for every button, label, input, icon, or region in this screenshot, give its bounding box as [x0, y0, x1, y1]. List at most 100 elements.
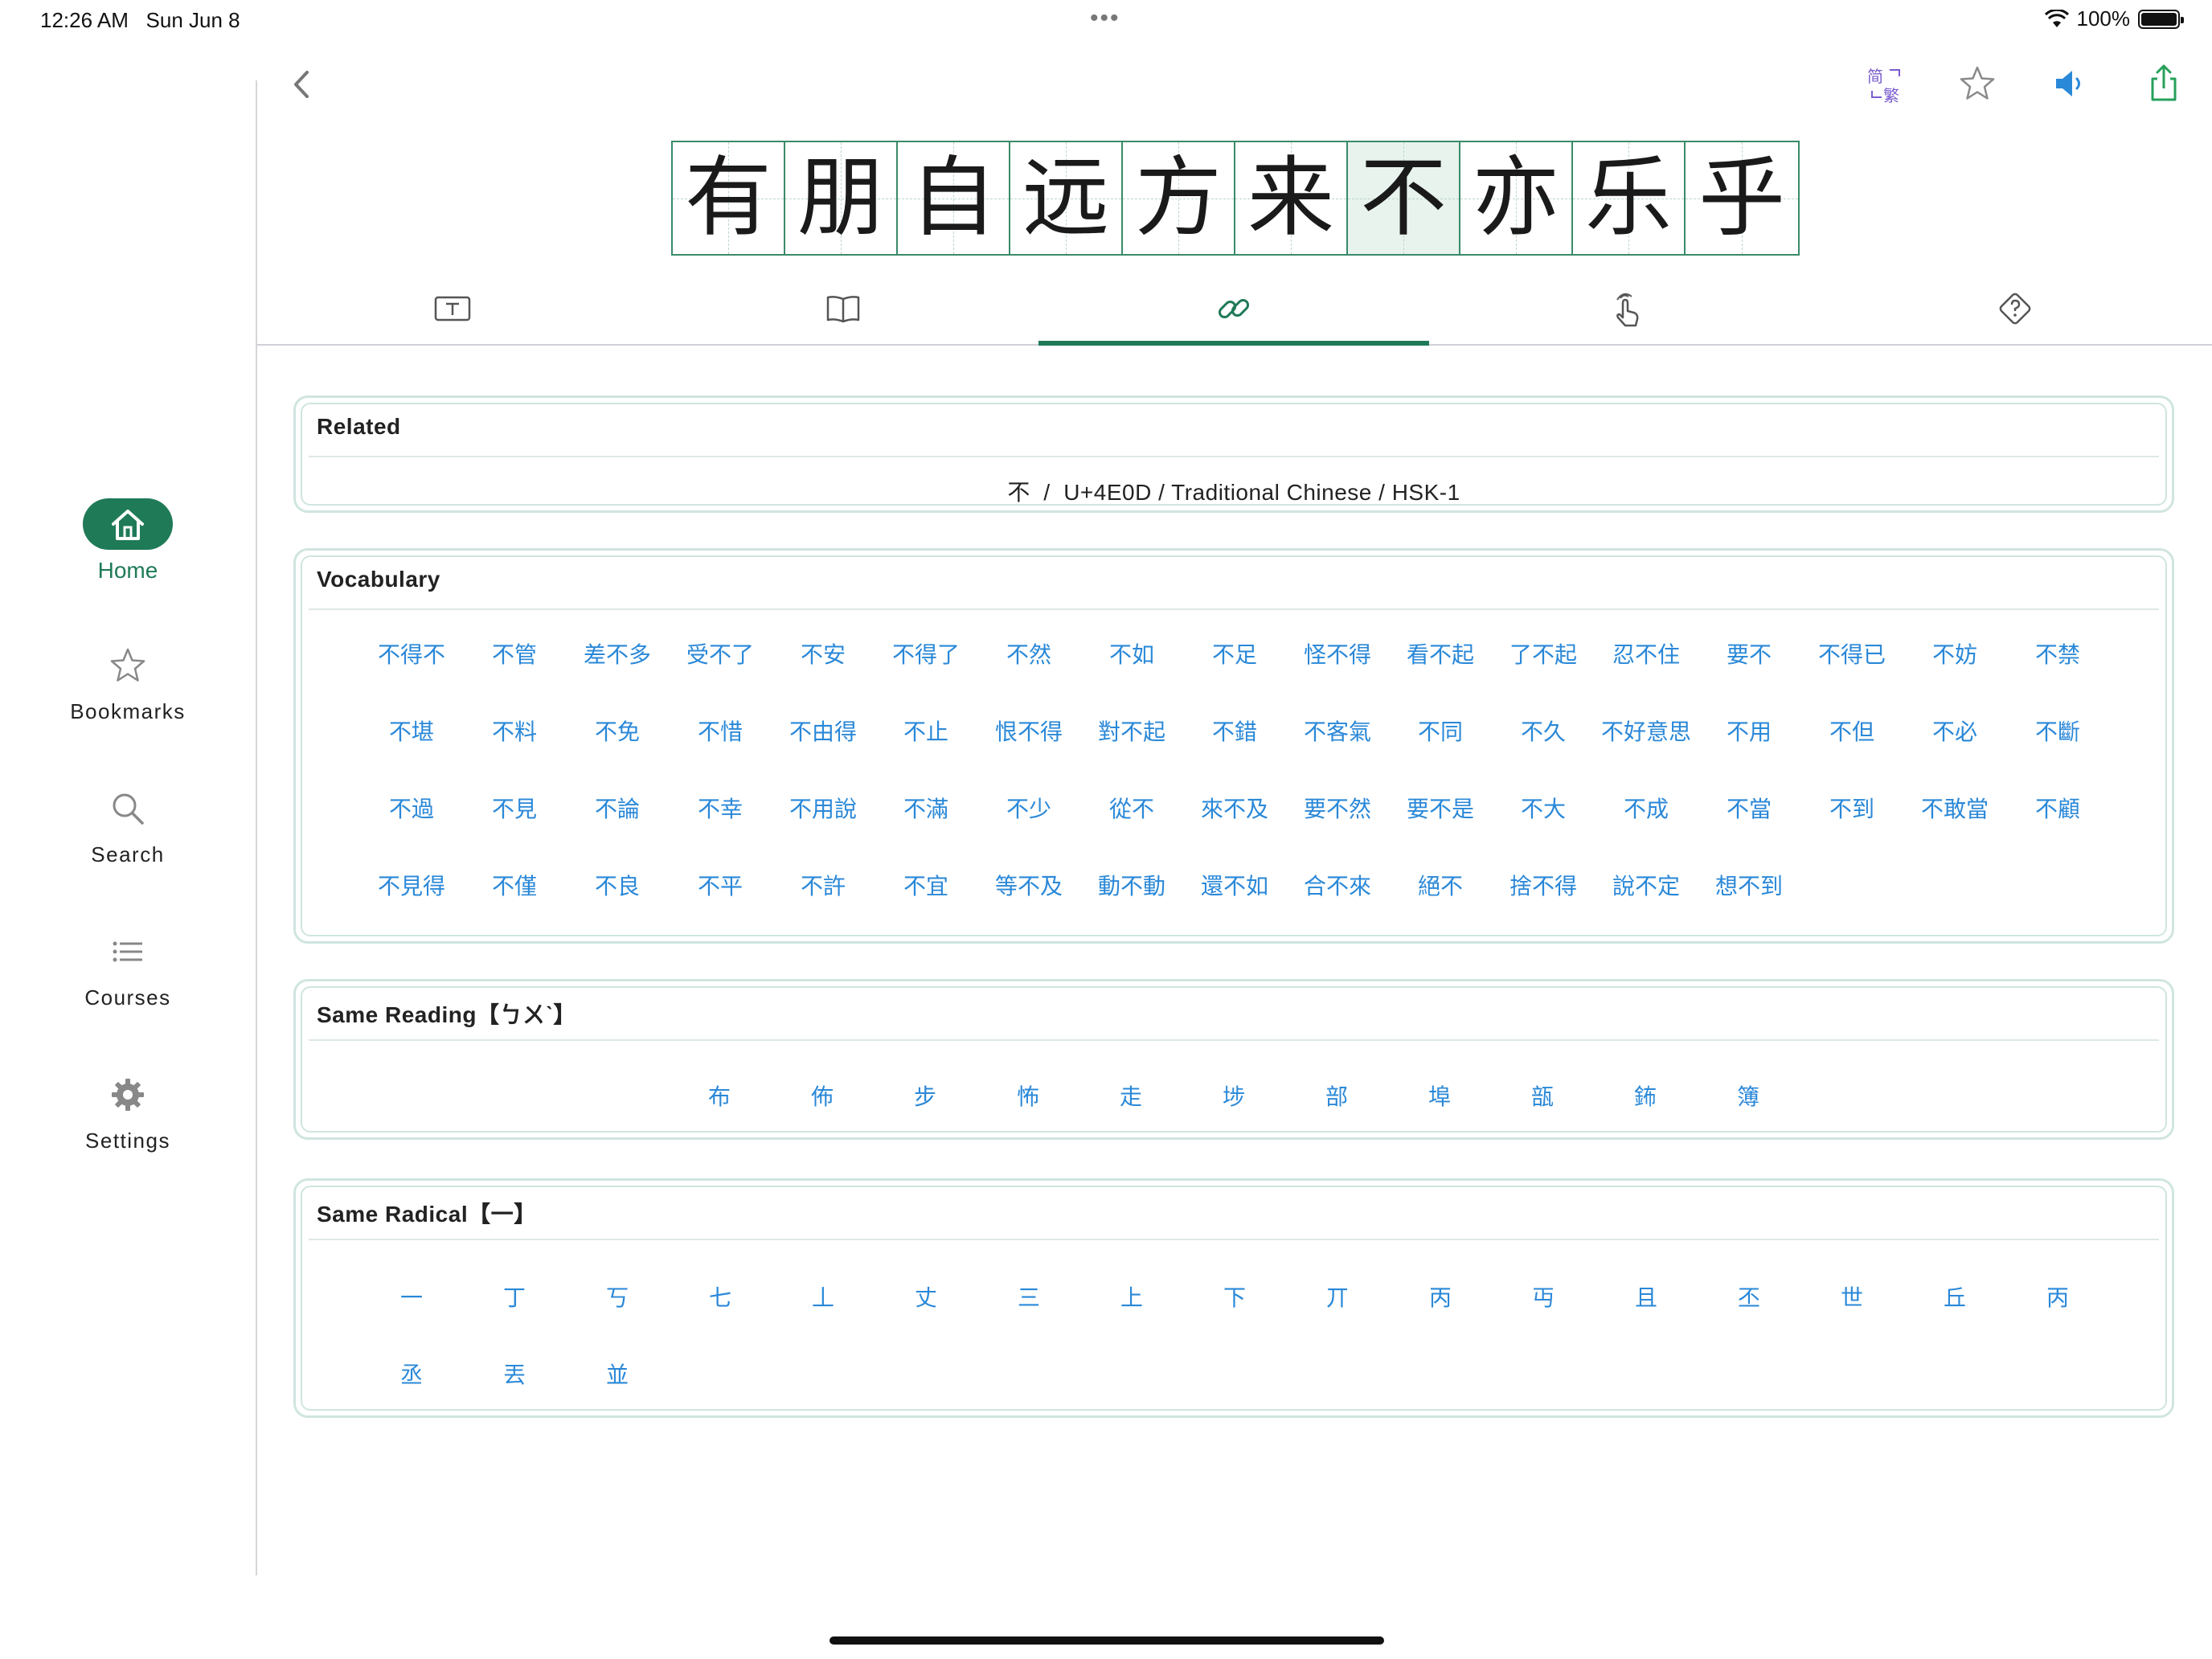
- vocabulary-word-link[interactable]: 要不然: [1286, 793, 1389, 870]
- vocabulary-word-link[interactable]: 不用: [1698, 716, 1800, 793]
- vocabulary-word-link[interactable]: 不久: [1492, 716, 1595, 793]
- sidebar-item-bookmarks[interactable]: Bookmarks: [0, 640, 256, 724]
- vocabulary-word-link[interactable]: 不如: [1080, 639, 1183, 716]
- vocabulary-word-link[interactable]: 不然: [977, 639, 1080, 716]
- same-reading-char-link[interactable]: 瓿: [1491, 1081, 1594, 1113]
- same-radical-char-link[interactable]: 丄: [772, 1282, 875, 1359]
- vocabulary-word-link[interactable]: 不見: [463, 793, 566, 870]
- sentence-character[interactable]: 朋: [785, 142, 898, 254]
- vocabulary-word-link[interactable]: 不僅: [463, 870, 566, 948]
- same-reading-char-link[interactable]: 走: [1079, 1081, 1182, 1113]
- vocabulary-word-link[interactable]: 不由得: [772, 716, 875, 793]
- vocabulary-word-link[interactable]: 來不及: [1183, 793, 1286, 870]
- sentence-character[interactable]: 亦: [1460, 142, 1573, 254]
- same-reading-char-link[interactable]: 簿: [1697, 1081, 1800, 1113]
- same-reading-char-link[interactable]: 埠: [1388, 1081, 1491, 1113]
- same-radical-char-link[interactable]: 丙: [2006, 1282, 2109, 1359]
- vocabulary-word-link[interactable]: 忍不住: [1595, 639, 1698, 716]
- vocabulary-word-link[interactable]: 不用說: [772, 793, 875, 870]
- sentence-character[interactable]: 远: [1010, 142, 1123, 254]
- vocabulary-word-link[interactable]: 不管: [463, 639, 566, 716]
- sentence-character[interactable]: 乐: [1573, 142, 1686, 254]
- sentence-character[interactable]: 乎: [1686, 142, 1798, 254]
- same-reading-char-link[interactable]: 步: [874, 1081, 977, 1113]
- vocabulary-word-link[interactable]: 差不多: [566, 639, 669, 716]
- same-radical-char-link[interactable]: 世: [1800, 1282, 1903, 1359]
- speaker-button[interactable]: [2046, 59, 2095, 108]
- share-button[interactable]: [2140, 59, 2188, 108]
- same-radical-char-link[interactable]: 丁: [463, 1282, 566, 1359]
- same-radical-char-link[interactable]: 七: [669, 1282, 772, 1359]
- vocabulary-word-link[interactable]: 不斷: [2006, 716, 2109, 793]
- vocabulary-word-link[interactable]: 恨不得: [977, 716, 1080, 793]
- same-radical-char-link[interactable]: 丕: [1698, 1282, 1800, 1359]
- same-reading-char-link[interactable]: 鈽: [1594, 1081, 1697, 1113]
- vocabulary-word-link[interactable]: 不必: [1903, 716, 2006, 793]
- same-radical-char-link[interactable]: 三: [977, 1282, 1080, 1359]
- sidebar-item-settings[interactable]: Settings: [0, 1069, 256, 1153]
- vocabulary-word-link[interactable]: 不許: [772, 870, 875, 948]
- vocabulary-word-link[interactable]: 不惜: [669, 716, 772, 793]
- tab-practice[interactable]: [1429, 273, 1820, 344]
- vocabulary-word-link[interactable]: 不見得: [360, 870, 463, 948]
- same-radical-char-link[interactable]: 丙: [1389, 1282, 1492, 1359]
- vocabulary-word-link[interactable]: 不得了: [875, 639, 977, 716]
- same-radical-char-link[interactable]: 丞: [360, 1359, 463, 1436]
- vocabulary-word-link[interactable]: 要不是: [1389, 793, 1492, 870]
- simplified-traditional-toggle[interactable]: 简 繁: [1862, 59, 1910, 108]
- same-radical-char-link[interactable]: 丈: [875, 1282, 977, 1359]
- vocabulary-word-link[interactable]: 不妨: [1903, 639, 2006, 716]
- vocabulary-word-link[interactable]: 動不動: [1080, 870, 1183, 948]
- tab-related[interactable]: [1038, 273, 1429, 346]
- vocabulary-word-link[interactable]: 不敢當: [1903, 793, 2006, 870]
- vocabulary-word-link[interactable]: 不宜: [875, 870, 977, 948]
- same-reading-char-link[interactable]: 部: [1285, 1081, 1388, 1113]
- same-radical-char-link[interactable]: 丂: [566, 1282, 669, 1359]
- vocabulary-word-link[interactable]: 不好意思: [1595, 716, 1698, 793]
- vocabulary-word-link[interactable]: 不止: [875, 716, 977, 793]
- vocabulary-word-link[interactable]: 絕不: [1389, 870, 1492, 948]
- vocabulary-word-link[interactable]: 不良: [566, 870, 669, 948]
- vocabulary-word-link[interactable]: 不同: [1389, 716, 1492, 793]
- vocabulary-word-link[interactable]: 不論: [566, 793, 669, 870]
- vocabulary-word-link[interactable]: 對不起: [1080, 716, 1183, 793]
- sentence-character[interactable]: 不: [1348, 142, 1460, 254]
- same-reading-char-link[interactable]: 佈: [771, 1081, 874, 1113]
- same-reading-char-link[interactable]: 埗: [1182, 1081, 1285, 1113]
- same-reading-char-link[interactable]: 怖: [977, 1081, 1079, 1113]
- multitasking-dots[interactable]: •••: [1090, 5, 1120, 32]
- tab-dictionary[interactable]: [648, 273, 1038, 344]
- sentence-character[interactable]: 方: [1123, 142, 1235, 254]
- tab-quiz[interactable]: [1820, 273, 2210, 344]
- vocabulary-word-link[interactable]: 不當: [1698, 793, 1800, 870]
- vocabulary-word-link[interactable]: 不但: [1800, 716, 1903, 793]
- tab-text[interactable]: [257, 273, 648, 344]
- same-radical-char-link[interactable]: 丌: [1286, 1282, 1389, 1359]
- same-radical-char-link[interactable]: 丘: [1903, 1282, 2006, 1359]
- vocabulary-word-link[interactable]: 不滿: [875, 793, 977, 870]
- vocabulary-word-link[interactable]: 不足: [1183, 639, 1286, 716]
- sentence-character[interactable]: 自: [898, 142, 1010, 254]
- vocabulary-word-link[interactable]: 從不: [1080, 793, 1183, 870]
- same-radical-char-link[interactable]: 丏: [1492, 1282, 1595, 1359]
- same-radical-char-link[interactable]: 上: [1080, 1282, 1183, 1359]
- vocabulary-word-link[interactable]: 不幸: [669, 793, 772, 870]
- vocabulary-word-link[interactable]: 不免: [566, 716, 669, 793]
- vocabulary-word-link[interactable]: 要不: [1698, 639, 1800, 716]
- vocabulary-word-link[interactable]: 等不及: [977, 870, 1080, 948]
- vocabulary-word-link[interactable]: 不到: [1800, 793, 1903, 870]
- vocabulary-word-link[interactable]: 不顧: [2006, 793, 2109, 870]
- back-button[interactable]: [286, 64, 318, 104]
- vocabulary-word-link[interactable]: 了不起: [1492, 639, 1595, 716]
- home-indicator[interactable]: [830, 1636, 1384, 1645]
- vocabulary-word-link[interactable]: 還不如: [1183, 870, 1286, 948]
- same-radical-char-link[interactable]: 丟: [463, 1359, 566, 1436]
- vocabulary-word-link[interactable]: 說不定: [1595, 870, 1698, 948]
- same-radical-char-link[interactable]: 一: [360, 1282, 463, 1359]
- vocabulary-word-link[interactable]: 想不到: [1698, 870, 1800, 948]
- same-radical-char-link[interactable]: 並: [566, 1359, 669, 1436]
- vocabulary-word-link[interactable]: 不平: [669, 870, 772, 948]
- vocabulary-word-link[interactable]: 不過: [360, 793, 463, 870]
- sidebar-item-search[interactable]: Search: [0, 783, 256, 867]
- vocabulary-word-link[interactable]: 不料: [463, 716, 566, 793]
